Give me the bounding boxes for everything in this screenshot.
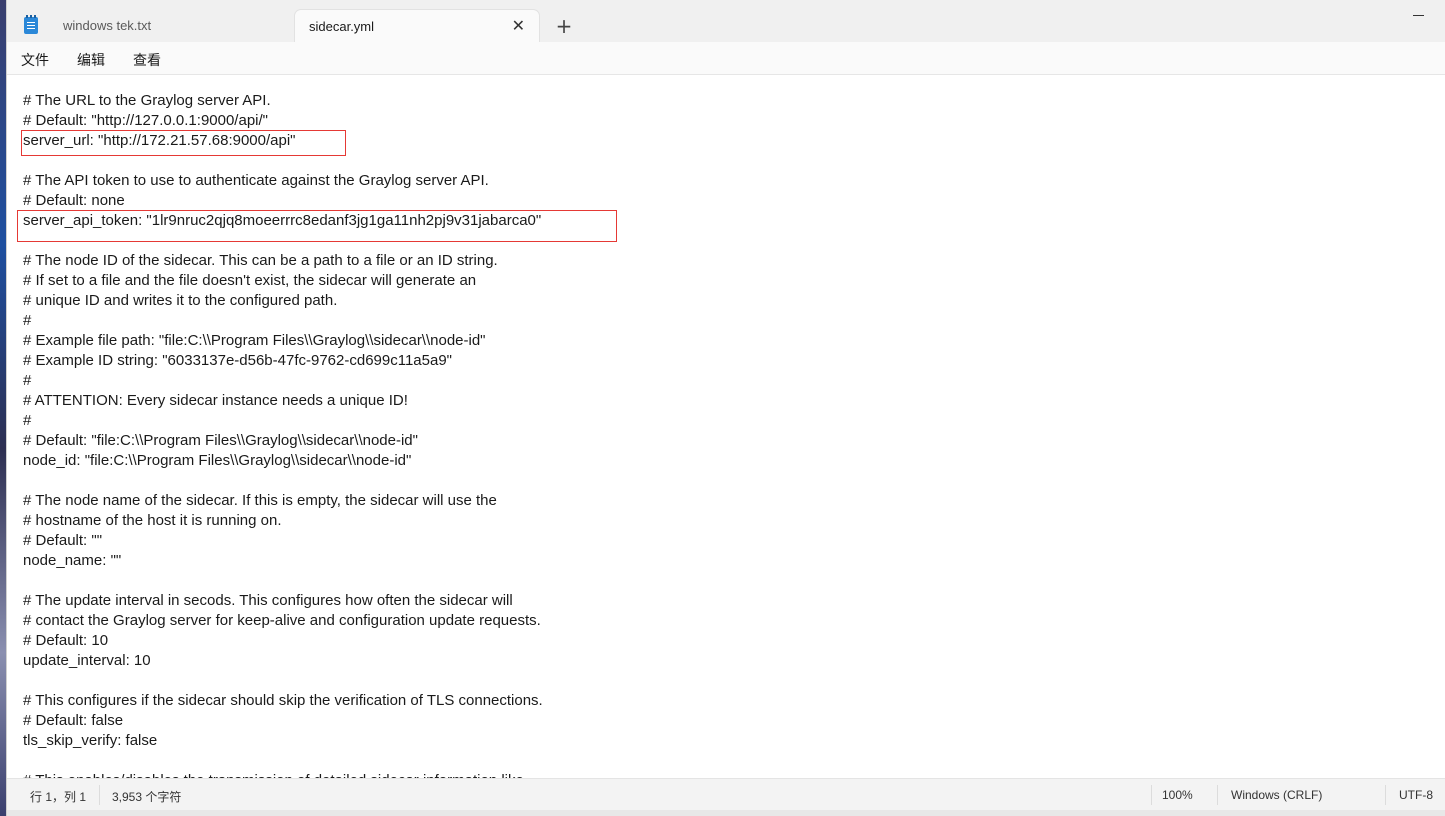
text-line: # contact the Graylog server for keep-al… — [23, 612, 541, 629]
text-line — [23, 571, 543, 591]
menu-view[interactable]: 查看 — [133, 50, 161, 70]
plus-icon[interactable]: + — [551, 14, 577, 40]
text-line: # Default: "http://127.0.0.1:9000/api/" — [23, 112, 268, 129]
close-icon[interactable]: ✕ — [512, 17, 525, 35]
text-line: # The node name of the sidecar. If this … — [23, 492, 497, 509]
line-ending[interactable]: Windows (CRLF) — [1231, 788, 1322, 802]
text-line: # This enables/disables the transmission… — [23, 771, 543, 778]
tab-label: sidecar.yml — [309, 18, 375, 34]
tab-sidecar-yml[interactable]: sidecar.yml ✕ — [294, 9, 540, 42]
text-line: # Default: "" — [23, 532, 103, 549]
text-line: update_interval: 10 — [23, 652, 151, 669]
text-line: # — [23, 372, 32, 389]
title-bar: windows tek.txt sidecar.yml ✕ + — [7, 0, 1445, 42]
status-bar: 行 1，列 1 3,953 个字符 100% Windows (CRLF) UT… — [7, 778, 1445, 810]
text-line: # Default: 10 — [23, 632, 109, 649]
text-line: # This configures if the sidecar should … — [23, 692, 543, 709]
text-line — [23, 671, 543, 691]
text-line: # The API token to use to authenticate a… — [23, 172, 489, 189]
zoom-level[interactable]: 100% — [1162, 788, 1193, 802]
text-line: # The URL to the Graylog server API. — [23, 92, 271, 109]
text-line: # Example file path: "file:C:\\Program F… — [23, 332, 486, 349]
text-line: node_name: "" — [23, 552, 122, 569]
text-line: node_id: "file:C:\\Program Files\\Graylo… — [23, 452, 412, 469]
text-line: # Default: "file:C:\\Program Files\\Gray… — [23, 432, 418, 449]
status-divider — [99, 785, 100, 805]
text-line: # ATTENTION: Every sidecar instance need… — [23, 392, 408, 409]
text-line — [23, 751, 543, 771]
notepad-icon — [24, 15, 38, 34]
editor-content: # The URL to the Graylog server API. # De… — [23, 91, 543, 778]
encoding[interactable]: UTF-8 — [1399, 788, 1433, 802]
text-line: # The update interval in secods. This co… — [23, 592, 513, 609]
window-bottom-edge — [7, 810, 1445, 816]
tab-label: windows tek.txt — [63, 18, 152, 33]
text-line: # — [23, 412, 32, 429]
text-line: # The node ID of the sidecar. This can b… — [23, 252, 498, 269]
char-count: 3,953 个字符 — [112, 790, 182, 804]
status-divider — [1151, 785, 1152, 805]
cursor-position: 行 1，列 1 — [30, 790, 87, 804]
menu-edit[interactable]: 编辑 — [77, 50, 105, 70]
menu-bar: 文件 编辑 查看 — [7, 42, 1445, 75]
text-line: # Example ID string: "6033137e-d56b-47fc… — [23, 352, 452, 369]
text-line: # If set to a file and the file doesn't … — [23, 272, 477, 289]
text-line: # Default: false — [23, 712, 124, 729]
text-line: # hostname of the host it is running on. — [23, 512, 282, 529]
text-line: # — [23, 312, 32, 329]
text-line — [23, 471, 543, 491]
text-line: # unique ID and writes it to the configu… — [23, 292, 338, 309]
highlight-server-url — [21, 130, 346, 156]
status-divider — [1385, 785, 1386, 805]
highlight-api-token — [17, 210, 617, 242]
text-line: tls_skip_verify: false — [23, 732, 158, 749]
notepad-window: windows tek.txt sidecar.yml ✕ + 文件 编辑 查看… — [6, 0, 1445, 816]
minimize-icon[interactable] — [1411, 8, 1431, 22]
menu-file[interactable]: 文件 — [21, 50, 49, 70]
text-editor[interactable]: # The URL to the Graylog server API. # De… — [7, 75, 1445, 778]
tab-windows-tek[interactable]: windows tek.txt — [45, 9, 297, 42]
text-line: # Default: none — [23, 192, 125, 209]
status-divider — [1217, 785, 1218, 805]
